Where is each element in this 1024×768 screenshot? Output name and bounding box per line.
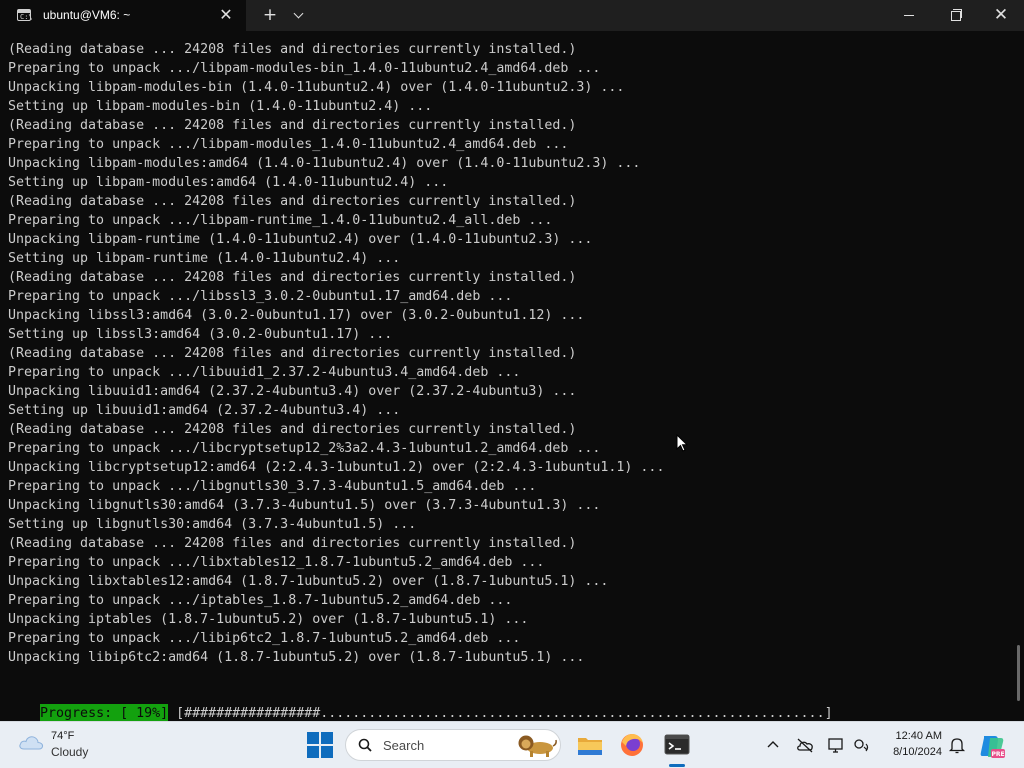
windows-start-icon[interactable] xyxy=(307,732,333,758)
terminal-line: Setting up libpam-modules:amd64 (1.4.0-1… xyxy=(8,175,449,190)
chevron-up-icon[interactable] xyxy=(763,735,783,755)
terminal-line: Preparing to unpack .../libcryptsetup12_… xyxy=(8,441,601,456)
terminal-line: Unpacking libuuid1:amd64 (2.37.2-4ubuntu… xyxy=(8,384,577,399)
bell-icon[interactable] xyxy=(947,735,967,755)
network-volume-icon[interactable] xyxy=(852,735,872,755)
search-placeholder: Search xyxy=(383,738,425,753)
terminal-line: Unpacking libip6tc2:amd64 (1.8.7-1ubuntu… xyxy=(8,650,585,665)
terminal-line: (Reading database ... 24208 files and di… xyxy=(8,536,577,551)
weather-temperature[interactable]: 74°F xyxy=(51,730,74,742)
clock-date[interactable]: 8/10/2024 xyxy=(880,746,942,758)
terminal-line: (Reading database ... 24208 files and di… xyxy=(8,42,577,57)
terminal-line: (Reading database ... 24208 files and di… xyxy=(8,194,577,209)
minimize-button[interactable] xyxy=(886,0,932,31)
progress-bar: [#################......................… xyxy=(168,706,833,721)
folder-icon[interactable] xyxy=(575,730,605,760)
terminal-line: Unpacking libpam-modules-bin (1.4.0-11ub… xyxy=(8,80,625,95)
search-icon xyxy=(358,738,372,752)
terminal-line: Unpacking libcryptsetup12:amd64 (2:2.4.3… xyxy=(8,460,665,475)
maximize-button[interactable] xyxy=(932,0,978,31)
new-tab-button[interactable]: + xyxy=(259,4,281,26)
terminal-icon-text: C:\ xyxy=(20,13,33,21)
terminal-output[interactable]: (Reading database ... 24208 files and di… xyxy=(0,31,1024,723)
terminal-line: (Reading database ... 24208 files and di… xyxy=(8,270,577,285)
terminal-line: Unpacking libpam-runtime (1.4.0-11ubuntu… xyxy=(8,232,593,247)
terminal-line: Preparing to unpack .../libpam-modules-b… xyxy=(8,61,601,76)
terminal-line: Preparing to unpack .../iptables_1.8.7-1… xyxy=(8,593,513,608)
terminal-line: Unpacking iptables (1.8.7-1ubuntu5.2) ov… xyxy=(8,612,529,627)
terminal-line: Unpacking libxtables12:amd64 (1.8.7-1ubu… xyxy=(8,574,609,589)
terminal-line: Setting up libssl3:amd64 (3.0.2-0ubuntu1… xyxy=(8,327,393,342)
terminal-line: Preparing to unpack .../libpam-runtime_1… xyxy=(8,213,553,228)
chevron-down-icon[interactable] xyxy=(289,4,309,26)
cloud-icon[interactable] xyxy=(18,734,44,750)
terminal-line: Setting up libuuid1:amd64 (2.37.2-4ubunt… xyxy=(8,403,401,418)
terminal-line: Preparing to unpack .../libssl3_3.0.2-0u… xyxy=(8,289,513,304)
cloud-offline-icon[interactable] xyxy=(795,735,815,755)
taskbar: 74°F Cloudy Search 12:40 AM 8/10/2024 PR… xyxy=(0,721,1024,768)
terminal-line: (Reading database ... 24208 files and di… xyxy=(8,422,577,437)
mouse-cursor-icon xyxy=(676,434,688,452)
svg-text:PRE: PRE xyxy=(991,751,1004,758)
terminal-taskbar-icon xyxy=(664,734,690,755)
terminal-line: Setting up libgnutls30:amd64 (3.7.3-4ubu… xyxy=(8,517,417,532)
copilot-icon[interactable]: PRE xyxy=(978,732,1006,760)
terminal-tab[interactable]: C:\ ubuntu@VM6: ~ ✕ xyxy=(0,0,246,31)
weather-description[interactable]: Cloudy xyxy=(51,745,88,759)
terminal-icon: C:\ xyxy=(17,9,33,21)
terminal-line: (Reading database ... 24208 files and di… xyxy=(8,346,577,361)
clock-time[interactable]: 12:40 AM xyxy=(880,730,942,742)
close-button[interactable]: ✕ xyxy=(978,0,1024,31)
terminal-line: Unpacking libgnutls30:amd64 (3.7.3-4ubun… xyxy=(8,498,601,513)
terminal-line: Setting up libpam-runtime (1.4.0-11ubunt… xyxy=(8,251,401,266)
search-input[interactable]: Search xyxy=(345,729,561,761)
terminal-line: Preparing to unpack .../libxtables12_1.8… xyxy=(8,555,545,570)
tab-title: ubuntu@VM6: ~ xyxy=(43,8,131,22)
title-bar: C:\ ubuntu@VM6: ~ ✕ + ✕ xyxy=(0,0,1024,31)
scrollbar[interactable] xyxy=(1017,645,1020,701)
active-app-indicator xyxy=(669,764,685,767)
terminal-line: Unpacking libssl3:amd64 (3.0.2-0ubuntu1.… xyxy=(8,308,585,323)
terminal-lines: (Reading database ... 24208 files and di… xyxy=(8,40,664,667)
terminal-line: Unpacking libpam-modules:amd64 (1.4.0-11… xyxy=(8,156,641,171)
terminal-line: Preparing to unpack .../libuuid1_2.37.2-… xyxy=(8,365,521,380)
terminal-line: Preparing to unpack .../libip6tc2_1.8.7-… xyxy=(8,631,521,646)
terminal-line: Preparing to unpack .../libpam-modules_1… xyxy=(8,137,569,152)
terminal-line: Setting up libpam-modules-bin (1.4.0-11u… xyxy=(8,99,433,114)
firefox-icon[interactable] xyxy=(617,730,647,760)
progress-row: Progress: [ 19%] [#################.....… xyxy=(8,685,833,723)
terminal-line: Preparing to unpack .../libgnutls30_3.7.… xyxy=(8,479,537,494)
lion-icon xyxy=(518,735,557,757)
terminal-app-icon[interactable] xyxy=(662,730,692,760)
display-icon[interactable] xyxy=(826,735,846,755)
tab-close-button[interactable]: ✕ xyxy=(216,5,236,25)
terminal-line: (Reading database ... 24208 files and di… xyxy=(8,118,577,133)
